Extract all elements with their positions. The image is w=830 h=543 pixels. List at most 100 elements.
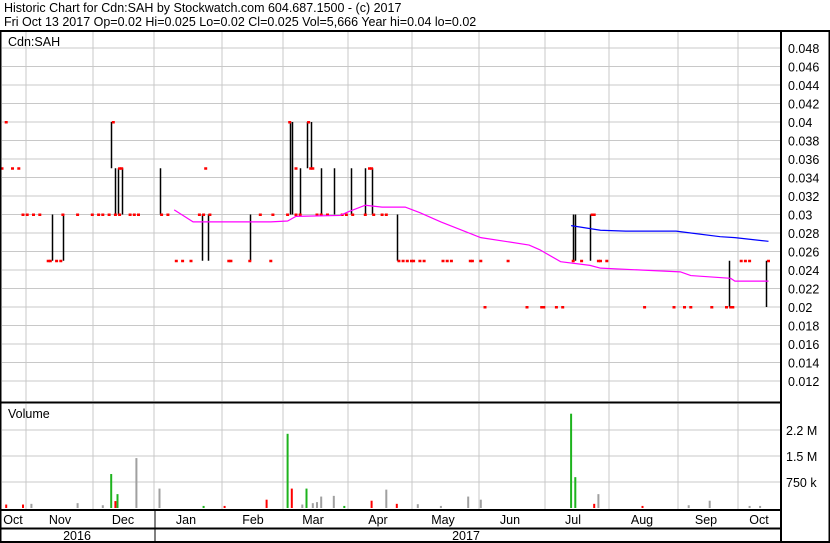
volume-bar: [158, 488, 161, 508]
close-tick: [97, 213, 101, 216]
month-label: Sep: [695, 513, 717, 527]
volume-bar: [290, 488, 293, 508]
volume-bar: [597, 494, 600, 508]
close-tick: [731, 306, 735, 309]
y-tick-label: 0.048: [788, 42, 819, 56]
close-tick: [479, 259, 483, 263]
volume-bar: [570, 413, 573, 508]
y-tick-label: 0.042: [788, 98, 819, 112]
volume-tick-label: 750 k: [786, 476, 817, 490]
close-tick: [311, 167, 315, 170]
close-tick: [445, 259, 449, 263]
close-tick: [412, 259, 416, 263]
close-tick: [107, 213, 111, 216]
volume-bar: [385, 489, 388, 508]
close-tick: [128, 213, 132, 216]
close-tick: [111, 121, 115, 124]
close-tick: [101, 213, 105, 216]
volume-bar: [370, 500, 373, 508]
volume-bar: [708, 500, 711, 508]
close-tick: [710, 306, 714, 309]
y-tick-label: 0.044: [788, 79, 819, 93]
volume-bar: [30, 503, 33, 508]
close-tick: [258, 213, 262, 216]
close-tick: [441, 259, 445, 263]
volume-bar: [114, 501, 117, 508]
close-tick: [25, 213, 29, 216]
close-tick: [672, 306, 676, 309]
close-tick: [397, 259, 401, 263]
close-tick: [298, 213, 302, 216]
close-tick: [204, 167, 208, 170]
y-tick-label: 0.024: [788, 264, 819, 278]
volume-bar: [395, 503, 398, 508]
close-tick: [197, 213, 201, 216]
volume-bar: [479, 499, 482, 508]
month-label: Jan: [176, 513, 196, 527]
volume-bar: [748, 505, 751, 508]
close-tick: [286, 213, 290, 216]
close-tick: [269, 259, 273, 263]
close-tick: [748, 259, 752, 263]
y-tick-label: 0.034: [788, 172, 819, 186]
close-tick: [120, 167, 124, 170]
volume-bars: [5, 413, 762, 508]
volume-tick-label: 2.2 M: [786, 424, 817, 438]
close-tick: [449, 259, 453, 263]
volume-bar: [110, 474, 113, 508]
close-tick: [294, 213, 298, 216]
volume-bar: [76, 503, 79, 508]
close-tick: [689, 306, 693, 309]
close-tick: [166, 213, 170, 216]
close-tick: [132, 213, 136, 216]
year-label: 2016: [63, 529, 91, 543]
close-tick: [372, 213, 376, 216]
month-label: Oct: [3, 513, 23, 527]
month-label: Dec: [112, 513, 134, 527]
close-tick: [767, 259, 770, 263]
y-tick-label: 0.028: [788, 227, 819, 241]
volume-bar: [22, 504, 24, 508]
close-tick: [294, 167, 298, 170]
close-tick: [21, 213, 25, 216]
close-tick: [571, 259, 575, 263]
close-tick: [48, 259, 52, 263]
close-tick: [592, 213, 596, 216]
volume-bar: [343, 505, 346, 508]
close-tick: [725, 306, 728, 309]
month-label: Oct: [749, 513, 769, 527]
y-tick-label: 0.046: [788, 61, 819, 75]
close-tick: [174, 259, 178, 263]
close-tick: [271, 213, 275, 216]
close-tick: [525, 306, 529, 309]
close-tick: [288, 121, 292, 124]
close-tick: [59, 259, 63, 263]
close-tick: [61, 213, 65, 216]
close-tick: [470, 259, 474, 263]
y-tick-label: 0.016: [788, 338, 819, 352]
volume-bar: [311, 503, 314, 508]
close-tick: [113, 213, 117, 216]
volume-bar: [305, 488, 308, 508]
volume-bar: [223, 505, 226, 508]
close-tick: [11, 167, 14, 170]
close-tick: [17, 167, 21, 170]
close-tick: [248, 259, 252, 263]
y-tick-label: 0.026: [788, 246, 819, 260]
y-tick-label: 0.02: [788, 301, 812, 315]
price-volume-chart: 0.048 0.046 0.044 0.042 0.04 0.038 0.036 0.034 0…: [0, 30, 830, 543]
volume-bar: [265, 499, 268, 508]
close-tick: [55, 259, 59, 263]
close-tick: [554, 306, 558, 309]
y-tick-label: 0.04: [788, 116, 812, 130]
close-tick: [4, 121, 8, 124]
close-tick: [743, 259, 747, 263]
close-tick: [208, 213, 212, 216]
close-tick: [118, 213, 122, 216]
close-tick: [483, 306, 487, 309]
y-tick-label: 0.018: [788, 320, 819, 334]
volume-bar: [316, 502, 318, 508]
volume-bar: [416, 504, 419, 508]
volume-bar: [101, 505, 104, 508]
y-tick-label: 0.014: [788, 357, 819, 371]
